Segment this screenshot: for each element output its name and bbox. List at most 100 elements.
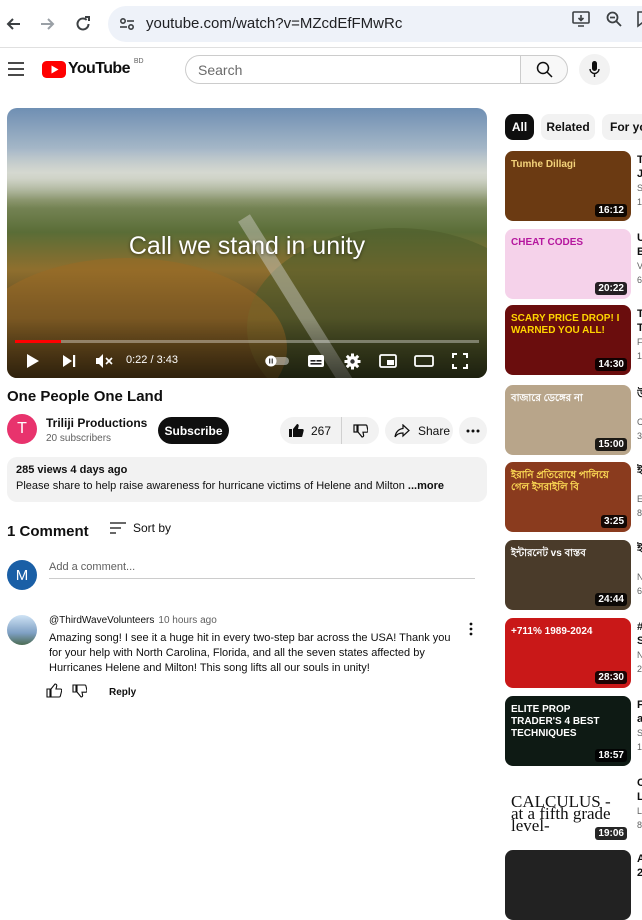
subscribe-button[interactable]: Subscribe [158, 417, 229, 444]
subtitles-icon[interactable] [306, 350, 326, 372]
recommendation-info[interactable]: #SN 2 [637, 620, 642, 676]
description-more-link[interactable]: ...more [408, 480, 444, 492]
dislike-button[interactable] [342, 417, 379, 444]
recommendation-title-fragment: L [637, 791, 642, 803]
recommendation-info[interactable]: TJS 1 [637, 153, 642, 209]
recommendation-thumbnail[interactable]: বাজারে ডেঙ্গের না 15:00 [505, 385, 631, 455]
back-icon[interactable] [2, 12, 26, 36]
recommendation-title-fragment: # [637, 620, 642, 634]
recommendation-thumbnail[interactable]: CHEAT CODES 20:22 [505, 229, 631, 299]
url-text[interactable]: youtube.com/watch?v=MZcdEfFMwRc [146, 15, 402, 32]
recommendation-thumbnail[interactable]: Tumhe Dillagi 16:12 [505, 151, 631, 221]
channel-avatar[interactable]: T [7, 414, 37, 444]
recommendation-info[interactable]: ই E 8 [637, 464, 642, 520]
add-comment-input[interactable]: Add a comment... [49, 561, 475, 579]
comment-author-avatar[interactable] [7, 615, 37, 645]
comment-time[interactable]: 10 hours ago [158, 615, 216, 626]
recommendation-thumbnail[interactable]: CALCULUS -at a fifth grade level- 19:06 [505, 774, 631, 844]
recommendation-thumbnail[interactable]: ELITE PROP TRADER'S 4 BEST TECHNIQUES 18:… [505, 696, 631, 766]
zoom-icon[interactable] [605, 10, 625, 28]
recommendation-meta-fragment: C [637, 417, 642, 427]
recommendation-thumbnail[interactable]: ইন্টারনেট vs বাস্তব 24:44 [505, 540, 631, 610]
description-body: Please share to help raise awareness for… [16, 480, 408, 492]
comment-dislike-icon[interactable] [72, 683, 88, 701]
chip-for-you[interactable]: For you [602, 114, 642, 140]
video-duration: 19:06 [595, 827, 627, 840]
theater-mode-icon[interactable] [414, 350, 434, 372]
autoplay-toggle[interactable] [264, 350, 290, 372]
recommendation-info[interactable]: ই N 6 [637, 542, 642, 598]
video-duration: 18:57 [595, 749, 627, 762]
progress-bar[interactable] [15, 340, 479, 343]
comment-text: Amazing song! I see it a huge hit in eve… [49, 632, 451, 674]
recommendation-meta-fragment: 1 [637, 197, 642, 207]
recommendation-meta-fragment: 6 [637, 586, 642, 596]
recommendation-title-fragment: A [637, 853, 642, 865]
recommendation-info[interactable]: CLL8 [637, 776, 642, 832]
share-label: Share [418, 423, 451, 438]
time-display: 0:22 / 3:43 [126, 354, 178, 366]
youtube-logo[interactable]: YouTube BD [42, 58, 144, 78]
thumbnail-text: CHEAT CODES [511, 237, 584, 248]
recommendation-info[interactable]: TTF1 [637, 307, 642, 363]
menu-icon[interactable] [8, 62, 24, 81]
mute-icon[interactable] [94, 350, 114, 372]
microphone-icon [589, 61, 600, 83]
fullscreen-icon[interactable] [450, 350, 470, 372]
address-bar[interactable]: youtube.com/watch?v=MZcdEfFMwRc [108, 6, 642, 42]
video-duration: 3:25 [600, 515, 627, 528]
comment-author[interactable]: @ThirdWaveVolunteers [49, 615, 154, 626]
thumbnail-text: বাজারে ডেঙ্গের না [511, 393, 583, 404]
recommendation-thumbnail[interactable] [505, 850, 631, 920]
forward-icon[interactable] [35, 12, 59, 36]
search-input[interactable]: Search [185, 55, 521, 84]
recommendation-meta-fragment: 8 [637, 508, 642, 518]
settings-gear-icon[interactable] [342, 350, 362, 372]
search-button[interactable] [520, 55, 568, 84]
video-duration: 16:12 [595, 204, 627, 217]
recommendation-meta-fragment: N [637, 650, 642, 660]
recommendation-info[interactable]: UBV 6 [637, 231, 642, 287]
site-settings-icon[interactable] [118, 15, 136, 38]
thumbnail-text: ELITE PROP TRADER'S 4 BEST TECHNIQUES [511, 704, 600, 739]
chip-all[interactable]: All [505, 114, 534, 140]
sort-button[interactable]: Sort by [110, 521, 171, 535]
install-app-icon[interactable] [571, 10, 591, 28]
next-icon[interactable] [60, 350, 78, 372]
browser-toolbar: youtube.com/watch?v=MZcdEfFMwRc [0, 0, 642, 48]
recommendation-meta-fragment: F [637, 337, 642, 347]
more-horizontal-icon [466, 429, 480, 432]
video-duration: 14:30 [595, 358, 627, 371]
description-text: Please share to help raise awareness for… [16, 480, 444, 492]
chip-related[interactable]: Related [541, 114, 595, 140]
recommendation-title-fragment: J [637, 168, 642, 180]
comment-menu-icon[interactable] [466, 621, 476, 637]
video-duration: 28:30 [595, 671, 627, 684]
description-box[interactable]: 285 views 4 days ago Please share to hel… [7, 457, 487, 502]
voice-search-button[interactable] [579, 54, 610, 85]
reply-button[interactable]: Reply [109, 687, 136, 698]
reload-icon[interactable] [71, 12, 95, 36]
search-icon [536, 61, 553, 83]
sort-icon [110, 522, 126, 534]
play-icon[interactable] [24, 350, 42, 372]
recommendation-meta-fragment: 1 [637, 742, 642, 752]
recommendation-thumbnail[interactable]: SCARY PRICE DROP! I WARNED YOU ALL! 14:30 [505, 305, 631, 375]
recommendation-meta-fragment: 8 [637, 820, 642, 830]
recommendation-info[interactable]: A2 [637, 852, 642, 880]
recommendation-meta-fragment: 1 [637, 351, 642, 361]
recommendation-title-fragment: F [637, 699, 642, 711]
more-actions-button[interactable] [459, 417, 487, 444]
recommendation-thumbnail[interactable]: ইরানি প্রতিরোধে পালিয়ে গেল ইসরাইলি বি 3:… [505, 462, 631, 532]
comment-like-icon[interactable] [46, 683, 63, 701]
like-button[interactable]: 267 [280, 417, 342, 444]
miniplayer-icon[interactable] [378, 350, 398, 372]
recommendation-thumbnail[interactable]: +711% 1989-2024 28:30 [505, 618, 631, 688]
channel-name[interactable]: Triliji Productions [46, 416, 147, 430]
share-button[interactable]: Share [385, 417, 453, 444]
recommendation-info[interactable]: FaS 1 [637, 698, 642, 754]
video-caption: Call we stand in unity [128, 232, 366, 260]
video-player[interactable]: Call we stand in unity 0:22 / 3:43 [7, 108, 487, 378]
bookmark-icon[interactable] [636, 10, 642, 28]
recommendation-info[interactable]: উ C 3 [637, 387, 642, 443]
